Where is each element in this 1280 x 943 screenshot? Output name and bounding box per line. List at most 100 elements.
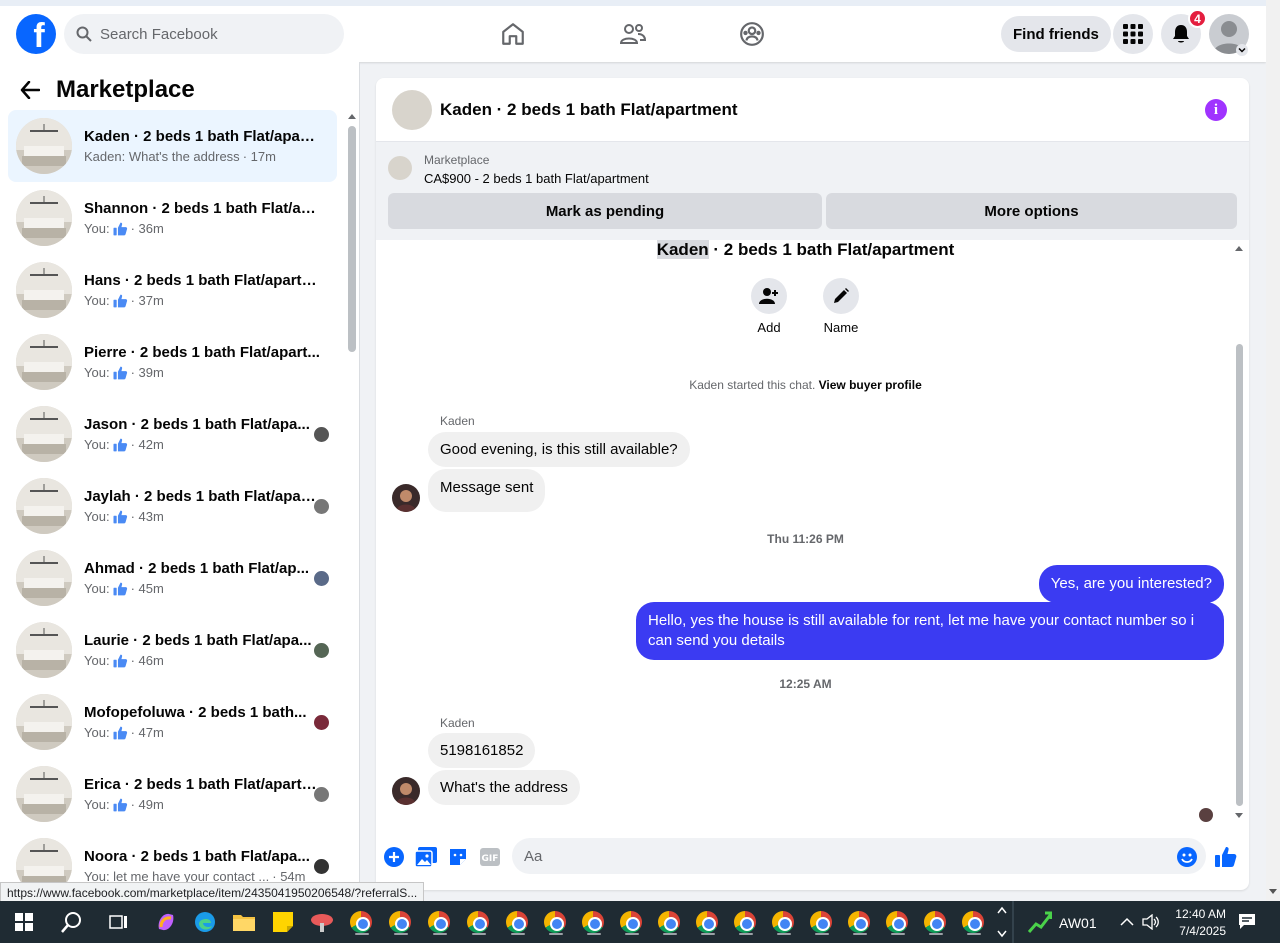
chat-scrollbar-thumb[interactable]: [1236, 344, 1243, 806]
sender-avatar[interactable]: [392, 777, 420, 805]
chrome-icon[interactable]: [693, 908, 721, 936]
chrome-icon[interactable]: [807, 908, 835, 936]
incoming-message[interactable]: Message sent: [428, 469, 546, 512]
conversation-item[interactable]: Ahmad · 2 beds 1 bath Flat/ap... You: · 45…: [8, 542, 337, 614]
conversation-item[interactable]: Shannon · 2 beds 1 bath Flat/ap... You: · …: [8, 182, 337, 254]
photo-icon[interactable]: [415, 846, 437, 868]
conversation-item[interactable]: Jason · 2 beds 1 bath Flat/apa... You: · 4…: [8, 398, 337, 470]
chevron-up-icon[interactable]: [1120, 917, 1134, 927]
chrome-icon[interactable]: [503, 908, 531, 936]
notification-center-icon[interactable]: [1238, 913, 1256, 930]
stock-chart-icon[interactable]: [1026, 908, 1054, 936]
sticky-notes-icon[interactable]: [269, 908, 297, 936]
listing-price-title[interactable]: CA$900 - 2 beds 1 bath Flat/apartment: [424, 171, 649, 186]
outgoing-message[interactable]: Hello, yes the house is still available …: [636, 602, 1224, 660]
chat-title[interactable]: Kaden · 2 beds 1 bath Flat/apartment: [440, 100, 738, 120]
volume-icon[interactable]: [1142, 914, 1160, 930]
conversation-preview-text: You:: [84, 437, 110, 452]
tray-label[interactable]: AW01: [1059, 915, 1097, 931]
conversation-item[interactable]: Hans · 2 beds 1 bath Flat/apartm... You: ·…: [8, 254, 337, 326]
chrome-icon[interactable]: [617, 908, 645, 936]
chrome-icon[interactable]: [347, 908, 375, 936]
scroll-down-arrow-icon[interactable]: [1234, 812, 1244, 820]
chrome-icon[interactable]: [731, 908, 759, 936]
copilot-icon[interactable]: [152, 908, 180, 936]
friends-icon[interactable]: [617, 18, 649, 50]
sticker-icon[interactable]: [447, 846, 469, 868]
sender-name: Kaden: [440, 414, 475, 428]
windows-taskbar: AW01 12:40 AM 7/4/2025: [0, 901, 1280, 943]
link-status-url: https://www.facebook.com/marketplace/ite…: [0, 882, 425, 903]
task-view-icon[interactable]: [105, 908, 133, 936]
facebook-logo[interactable]: f: [16, 14, 56, 54]
conversation-item[interactable]: Mofopefoluwa · 2 beds 1 bath... You: · 47m: [8, 686, 337, 758]
thumbs-up-icon[interactable]: [1215, 846, 1237, 868]
listing-thumbnail[interactable]: [392, 89, 432, 130]
scroll-up-arrow-icon[interactable]: [347, 112, 357, 120]
chevron-down-icon[interactable]: [1236, 44, 1248, 56]
chrome-icon[interactable]: [541, 908, 569, 936]
back-arrow-icon[interactable]: [20, 81, 40, 99]
home-icon[interactable]: [497, 18, 529, 50]
name-action[interactable]: Name: [811, 278, 871, 335]
chrome-icon[interactable]: [464, 908, 492, 936]
sidebar-scrollbar-thumb[interactable]: [348, 126, 356, 352]
search-box[interactable]: [64, 14, 344, 54]
conversation-preview: You: · 39m: [84, 365, 320, 380]
chrome-icon[interactable]: [845, 908, 873, 936]
emoji-icon[interactable]: [1176, 846, 1198, 868]
chrome-icon[interactable]: [769, 908, 797, 936]
gif-icon[interactable]: GIF: [479, 846, 501, 868]
chrome-icon[interactable]: [959, 908, 987, 936]
conversation-item[interactable]: Laurie · 2 beds 1 bath Flat/apa... You: · …: [8, 614, 337, 686]
incoming-message[interactable]: Good evening, is this still available?: [428, 432, 690, 467]
conversation-time: · 36m: [130, 221, 164, 236]
conversation-item[interactable]: Erica · 2 beds 1 bath Flat/apartm... You:…: [8, 758, 337, 830]
taskbar-scroll-up-icon[interactable]: [997, 906, 1007, 914]
incoming-message[interactable]: 5198161852: [428, 733, 536, 768]
add-person-action[interactable]: Add: [739, 278, 799, 335]
sidebar-scrollbar[interactable]: [347, 112, 357, 901]
info-icon[interactable]: i: [1205, 99, 1227, 121]
chrome-icon[interactable]: [655, 908, 683, 936]
taskbar-scroll-down-icon[interactable]: [997, 930, 1007, 938]
scroll-down-arrow-icon[interactable]: [1268, 888, 1278, 896]
listing-thumbnail: [16, 478, 72, 534]
notifications-button[interactable]: 4: [1161, 9, 1207, 54]
conversation-item[interactable]: Jaylah · 2 beds 1 bath Flat/apart... You:…: [8, 470, 337, 542]
chrome-icon[interactable]: [883, 908, 911, 936]
chat-scrollbar[interactable]: [1233, 240, 1245, 830]
edge-icon[interactable]: [191, 908, 219, 936]
plus-icon[interactable]: [383, 846, 405, 868]
sender-avatar[interactable]: [392, 484, 420, 512]
view-buyer-profile-link[interactable]: View buyer profile: [819, 378, 922, 392]
menu-grid-button[interactable]: [1113, 14, 1153, 54]
search-icon[interactable]: [58, 908, 86, 936]
outgoing-message[interactable]: Yes, are you interested?: [1038, 565, 1224, 603]
conversation-item[interactable]: Pierre · 2 beds 1 bath Flat/apart... You:…: [8, 326, 337, 398]
app-icon[interactable]: [308, 908, 336, 936]
chrome-icon[interactable]: [386, 908, 414, 936]
window-scrollbar[interactable]: [1266, 0, 1280, 901]
sidebar-header: Marketplace: [20, 76, 195, 104]
thumbs-up-icon: [113, 726, 127, 739]
participant-mini-avatar: [314, 715, 329, 730]
find-friends-button[interactable]: Find friends: [1001, 16, 1111, 52]
mark-as-pending-button[interactable]: Mark as pending: [388, 193, 822, 229]
clock-time[interactable]: 12:40 AM: [1170, 907, 1226, 921]
conversation-title: Jason · 2 beds 1 bath Flat/apa...: [84, 416, 310, 433]
chrome-icon[interactable]: [425, 908, 453, 936]
conversation-item[interactable]: Kaden · 2 beds 1 bath Flat/apart... Kaden…: [8, 110, 337, 182]
chrome-icon[interactable]: [921, 908, 949, 936]
scroll-up-arrow-icon[interactable]: [1234, 244, 1244, 252]
seen-indicator-avatar: [1199, 808, 1213, 822]
groups-icon[interactable]: [736, 18, 768, 50]
message-input[interactable]: [512, 838, 1206, 874]
search-input[interactable]: [100, 25, 330, 43]
clock-date[interactable]: 7/4/2025: [1170, 924, 1226, 938]
incoming-message[interactable]: What's the address: [428, 770, 580, 805]
chrome-icon[interactable]: [579, 908, 607, 936]
windows-start-icon[interactable]: [10, 908, 38, 936]
more-options-button[interactable]: More options: [826, 193, 1237, 229]
file-explorer-icon[interactable]: [230, 908, 258, 936]
